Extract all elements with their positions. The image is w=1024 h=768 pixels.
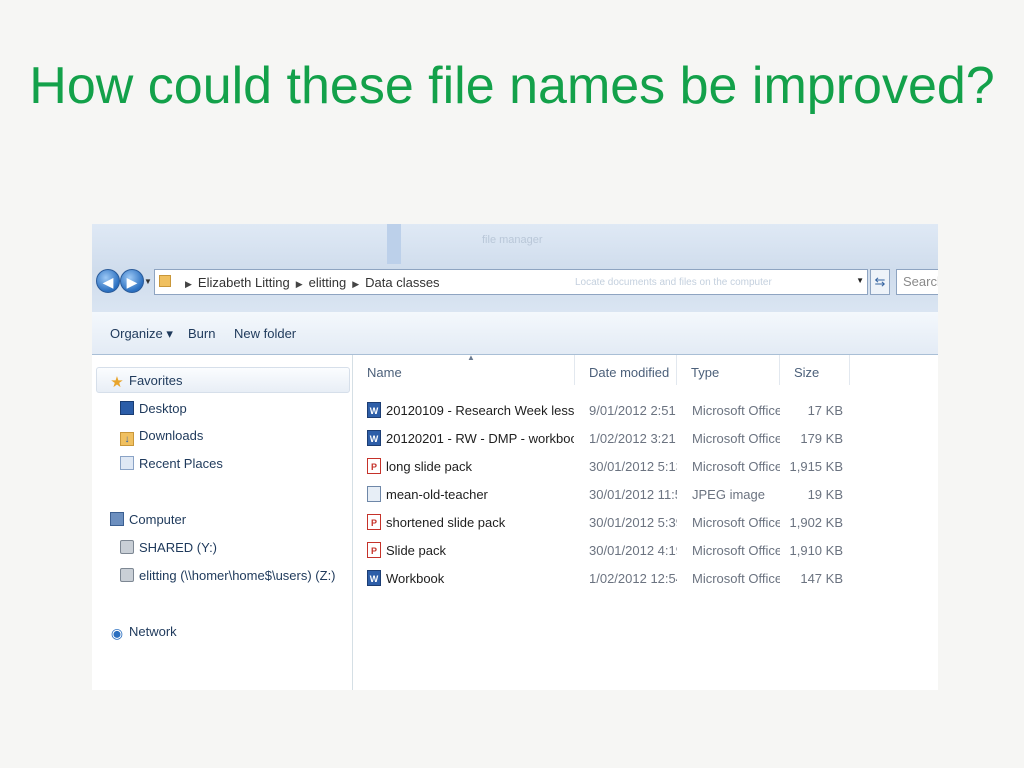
address-bar[interactable]: ▶ Elizabeth Litting ▶ elitting ▶ Data classes… xyxy=(154,269,868,295)
file-date: 30/01/2012 5:13 PM xyxy=(589,459,677,474)
file-size: 147 KB xyxy=(800,571,843,586)
file-date: 9/01/2012 2:51 PM xyxy=(589,403,677,418)
powerpoint-icon: P xyxy=(367,458,381,474)
file-size: 1,915 KB xyxy=(789,459,844,474)
search-input[interactable]: Search xyxy=(896,269,938,295)
network-icon: ◉ xyxy=(110,625,124,641)
ghost-window-title: file manager xyxy=(482,234,543,246)
sidebar-item-desktop[interactable]: Desktop xyxy=(120,401,187,416)
file-row[interactable]: W 20120201 - RW - DMP - workbook 1/02/20… xyxy=(353,425,938,453)
image-icon xyxy=(367,486,381,502)
column-header-size[interactable]: Size xyxy=(780,355,850,385)
forward-button[interactable]: ▶ xyxy=(120,269,144,293)
sidebar-item-elitting-drive[interactable]: elitting (\\homer\home$\users) (Z:) xyxy=(120,568,336,583)
window-chrome: file manager ◀ ▶ ▼ ▶ Elizabeth Litting ▶ el… xyxy=(92,224,938,312)
file-type: Microsoft Office P... xyxy=(692,543,780,558)
breadcrumb-item[interactable]: Data classes xyxy=(365,275,439,290)
file-type: Microsoft Office P... xyxy=(692,515,780,530)
file-type: JPEG image xyxy=(692,487,765,502)
explorer-window: file manager ◀ ▶ ▼ ▶ Elizabeth Litting ▶ el… xyxy=(92,224,938,690)
sidebar-item-computer[interactable]: Computer xyxy=(110,512,186,527)
file-size: 17 KB xyxy=(807,403,843,418)
sidebar-item-network[interactable]: ◉ Network xyxy=(110,624,177,640)
star-icon: ★ xyxy=(110,374,124,391)
organize-button[interactable]: Organize ▾ xyxy=(110,326,173,342)
file-date: 30/01/2012 4:19 PM xyxy=(589,543,677,558)
breadcrumb-separator-icon[interactable]: ▶ xyxy=(185,279,192,289)
breadcrumb-separator-icon[interactable]: ▶ xyxy=(352,279,359,289)
sidebar-item-shared-drive[interactable]: SHARED (Y:) xyxy=(120,540,217,555)
breadcrumb-separator-icon[interactable]: ▶ xyxy=(296,279,303,289)
file-date: 1/02/2012 3:21 PM xyxy=(589,431,677,446)
sort-ascending-icon: ▲ xyxy=(467,353,475,362)
network-drive-icon xyxy=(120,540,134,554)
column-header-date[interactable]: Date modified xyxy=(575,355,677,385)
slide-title: How could these file names be improved? xyxy=(29,57,995,115)
file-row[interactable]: W 20120109 - Research Week lesson plan 9… xyxy=(353,397,938,425)
burn-button[interactable]: Burn xyxy=(188,326,215,341)
file-name: mean-old-teacher xyxy=(386,487,488,502)
powerpoint-icon: P xyxy=(367,542,381,558)
word-document-icon: W xyxy=(367,430,381,446)
refresh-button[interactable]: ⇆ xyxy=(870,269,890,295)
column-header-name[interactable]: Name ▲ xyxy=(353,353,575,385)
recent-places-icon xyxy=(120,456,134,470)
ghost-scroll-bar xyxy=(387,224,401,264)
file-type: Microsoft Office P... xyxy=(692,459,780,474)
file-size: 1,910 KB xyxy=(789,543,844,558)
file-date: 30/01/2012 11:55 ... xyxy=(589,487,677,502)
file-row[interactable]: P Slide pack 30/01/2012 4:19 PM Microsof… xyxy=(353,537,938,565)
sidebar-item-recent-places[interactable]: Recent Places xyxy=(120,456,223,471)
word-document-icon: W xyxy=(367,570,381,586)
breadcrumb-item[interactable]: Elizabeth Litting xyxy=(198,275,290,290)
file-size: 179 KB xyxy=(800,431,843,446)
recent-pages-dropdown-icon[interactable]: ▼ xyxy=(144,277,152,286)
file-row[interactable]: P long slide pack 30/01/2012 5:13 PM Mic… xyxy=(353,453,938,481)
new-folder-button[interactable]: New folder xyxy=(234,326,296,341)
computer-icon xyxy=(110,512,124,526)
file-row[interactable]: mean-old-teacher 30/01/2012 11:55 ... JP… xyxy=(353,481,938,509)
address-dropdown-icon[interactable]: ▼ xyxy=(856,276,864,285)
sidebar-item-favorites[interactable]: ★ Favorites xyxy=(110,373,182,390)
file-name: 20120109 - Research Week lesson plan xyxy=(386,403,574,418)
file-date: 1/02/2012 12:54 PM xyxy=(589,571,677,586)
file-name: Workbook xyxy=(386,571,445,586)
file-date: 30/01/2012 5:39 PM xyxy=(589,515,677,530)
column-header-type[interactable]: Type xyxy=(677,355,780,385)
sidebar-item-downloads[interactable]: ↓ Downloads xyxy=(120,428,203,446)
file-type: Microsoft Office ... xyxy=(692,403,780,418)
powerpoint-icon: P xyxy=(367,514,381,530)
file-type: Microsoft Office ... xyxy=(692,571,780,586)
file-name: shortened slide pack xyxy=(386,515,506,530)
file-row[interactable]: W Workbook 1/02/2012 12:54 PM Microsoft … xyxy=(353,565,938,593)
file-name: Slide pack xyxy=(386,543,446,558)
word-document-icon: W xyxy=(367,402,381,418)
desktop-icon xyxy=(120,401,134,415)
file-size: 1,902 KB xyxy=(789,515,844,530)
breadcrumb-item[interactable]: elitting xyxy=(309,275,347,290)
file-row[interactable]: P shortened slide pack 30/01/2012 5:39 P… xyxy=(353,509,938,537)
network-drive-icon xyxy=(120,568,134,582)
ghost-address-text: Locate documents and files on the comput… xyxy=(575,277,772,288)
downloads-folder-icon: ↓ xyxy=(120,432,134,446)
refresh-icon: ⇆ xyxy=(874,274,886,289)
file-name: 20120201 - RW - DMP - workbook xyxy=(386,431,574,446)
command-bar: Organize ▾ Burn New folder xyxy=(92,312,938,355)
file-size: 19 KB xyxy=(807,487,843,502)
file-type: Microsoft Office ... xyxy=(692,431,780,446)
breadcrumb: ▶ Elizabeth Litting ▶ elitting ▶ Data classes xyxy=(179,275,440,290)
file-list: Name ▲ Date modified Type Size W 2012010… xyxy=(353,353,938,690)
back-button[interactable]: ◀ xyxy=(96,269,120,293)
folder-icon xyxy=(159,275,171,287)
file-name: long slide pack xyxy=(386,459,472,474)
navigation-pane: ★ Favorites Desktop ↓ Downloads Recent Pla… xyxy=(92,355,353,690)
